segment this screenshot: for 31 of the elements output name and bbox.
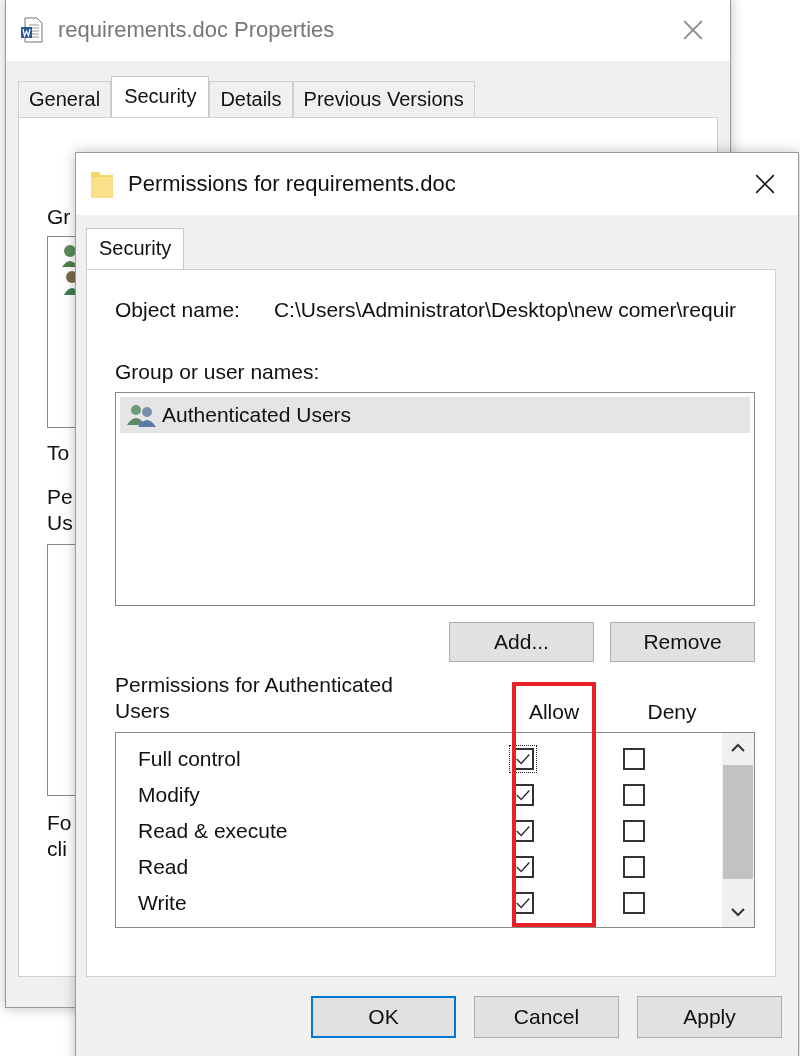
dialog-button[interactable]: Cancel: [474, 996, 619, 1038]
column-header: Deny: [646, 700, 698, 724]
tab[interactable]: General: [18, 81, 112, 117]
object-name-label: Object name:: [115, 298, 240, 322]
permissions-label: Us: [47, 510, 73, 536]
effective-access-text: To: [47, 440, 70, 466]
permission-name: Full control: [137, 747, 242, 771]
advanced-hint: Fo: [47, 810, 72, 836]
dialog-button[interactable]: OK: [311, 996, 456, 1038]
tab[interactable]: Security: [86, 228, 185, 270]
group-label: Gr: [47, 204, 71, 230]
user-button[interactable]: Remove: [610, 622, 755, 662]
window-title: Permissions for requirements.doc: [128, 171, 457, 197]
tab[interactable]: Security: [111, 76, 210, 118]
advanced-hint: cli: [47, 836, 68, 862]
tab[interactable]: Previous Versions: [292, 81, 475, 117]
permission-name: Read & execute: [137, 819, 289, 843]
permission-name: Read: [137, 855, 190, 879]
object-path: C:\Users\Administrator\Desktop\new comer\requir: [273, 298, 737, 322]
permissions-label: Pe: [47, 484, 73, 510]
tab[interactable]: Details: [209, 81, 293, 117]
column-header: Allow: [527, 700, 581, 724]
group-label: Group or user names:: [115, 360, 321, 384]
permissions-label: Permissions for Authenticated Users: [115, 672, 394, 724]
permission-name: Write: [137, 891, 188, 915]
window-title: requirements.doc Properties: [58, 17, 336, 43]
user-button[interactable]: Add...: [449, 622, 594, 662]
user-name: Authenticated Users: [162, 403, 352, 427]
permission-name: Modify: [137, 783, 201, 807]
user-row[interactable]: Authenticated Users: [120, 397, 750, 433]
dialog-button[interactable]: Apply: [637, 996, 782, 1038]
